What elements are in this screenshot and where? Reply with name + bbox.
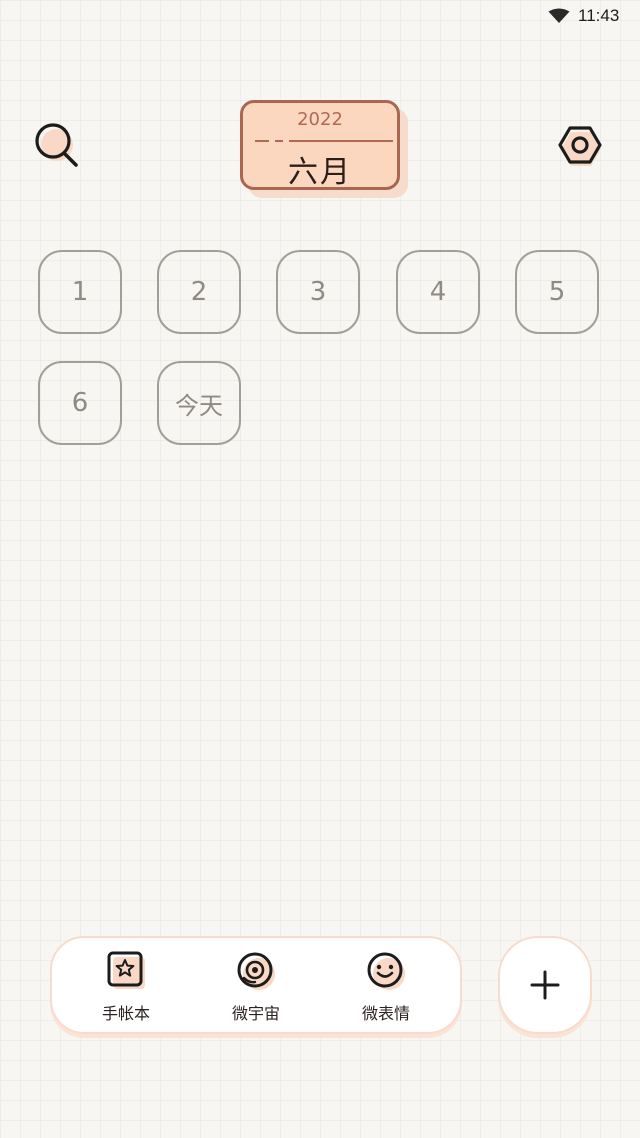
settings-icon <box>558 126 602 166</box>
day-tile-1[interactable]: 1 <box>38 250 122 334</box>
universe-icon <box>237 952 275 990</box>
search-icon <box>35 123 78 167</box>
settings-button[interactable] <box>552 116 608 172</box>
status-bar: 11:43 <box>0 0 640 34</box>
day-tile-2[interactable]: 2 <box>157 250 241 334</box>
nav-item-expression[interactable]: 微表情 <box>336 950 436 1026</box>
nav-label-universe: 微宇宙 <box>231 1004 280 1023</box>
day-tile-5[interactable]: 5 <box>515 250 599 334</box>
dash-line-main <box>289 140 393 142</box>
dash-line-left-1 <box>255 140 269 142</box>
status-time: 11:43 <box>578 6 620 25</box>
month-selector[interactable]: 2022 六月 <box>240 100 400 190</box>
wifi-icon <box>548 8 570 23</box>
day-tile-4[interactable]: 4 <box>396 250 480 334</box>
nav-label-journal: 手帐本 <box>101 1004 150 1023</box>
plus-icon <box>530 970 560 1000</box>
search-button[interactable] <box>30 116 86 172</box>
journal-icon <box>107 951 145 989</box>
day-tile-3[interactable]: 3 <box>276 250 360 334</box>
year-label: 2022 <box>297 109 343 130</box>
nav-item-journal[interactable]: 手帐本 <box>76 950 176 1026</box>
bottom-nav: 手帐本 微宇宙 微表情 <box>50 936 462 1034</box>
nav-label-expression: 微表情 <box>361 1004 410 1023</box>
add-button[interactable] <box>498 936 592 1034</box>
day-tile-today[interactable]: 今天 <box>157 361 241 445</box>
smiley-icon <box>367 952 405 990</box>
nav-item-universe[interactable]: 微宇宙 <box>206 950 306 1026</box>
month-label: 六月 <box>288 155 352 190</box>
day-tile-6[interactable]: 6 <box>38 361 122 445</box>
dash-line-left-2 <box>275 140 283 142</box>
